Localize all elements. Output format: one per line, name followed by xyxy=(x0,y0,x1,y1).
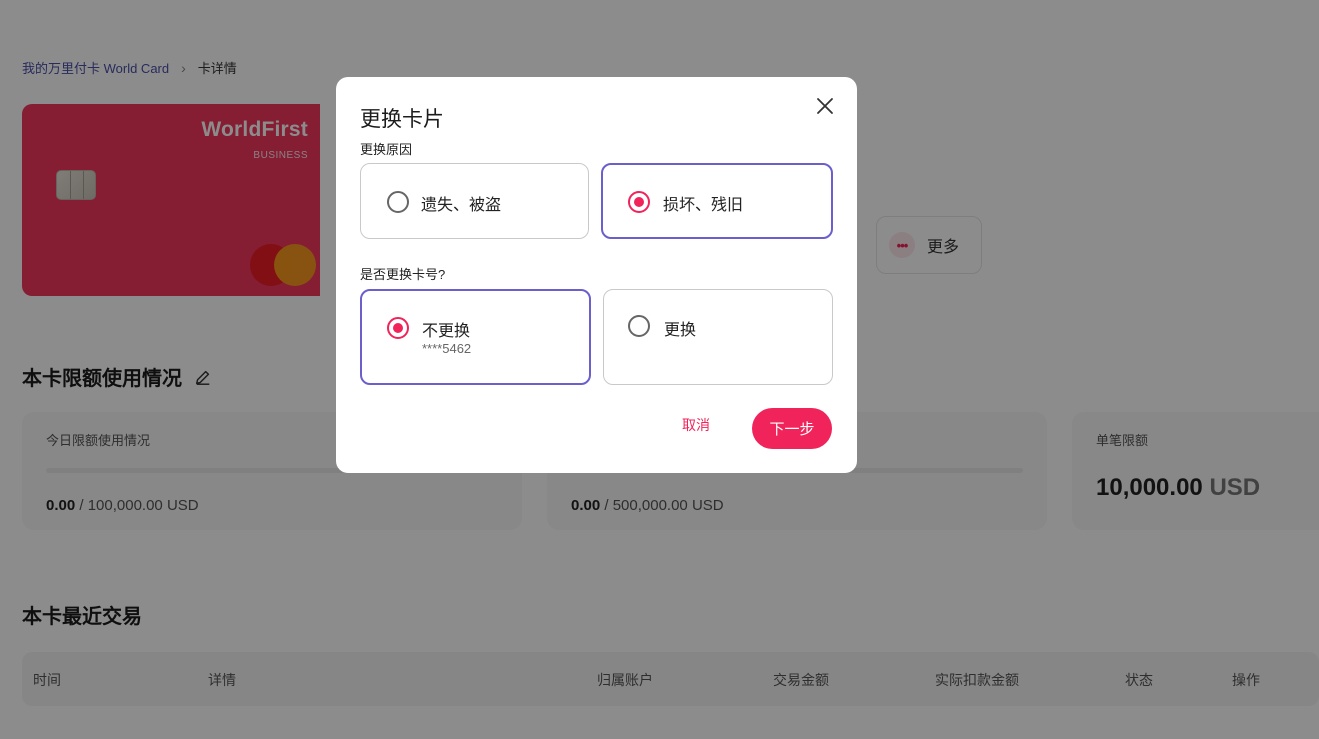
dialog-title: 更换卡片 xyxy=(360,108,444,131)
close-icon[interactable] xyxy=(814,95,836,117)
next-step-button[interactable]: 下一步 xyxy=(752,408,832,449)
number-option-label: 不更换 xyxy=(422,323,471,340)
card-number-masked: ****5462 xyxy=(422,341,472,356)
reason-option-label: 遗失、被盗 xyxy=(421,197,502,214)
replace-card-dialog: 更换卡片 更换原因 遗失、被盗 损坏、残旧 是否更换卡号? 不更换 ****54… xyxy=(336,77,857,473)
number-option-change[interactable]: 更换 xyxy=(603,289,833,385)
radio-icon[interactable] xyxy=(628,315,650,337)
cancel-button[interactable]: 取消 xyxy=(682,415,710,435)
radio-selected-icon[interactable] xyxy=(628,191,650,213)
replace-reason-label: 更换原因 xyxy=(360,142,413,157)
reason-option-lost-stolen[interactable]: 遗失、被盗 xyxy=(360,163,589,239)
radio-icon[interactable] xyxy=(387,191,409,213)
reason-option-label: 损坏、残旧 xyxy=(663,197,744,214)
page: 我的万里付卡 World Card › 卡详情 WorldFirst BUSIN… xyxy=(0,0,1319,739)
reason-option-damaged[interactable]: 损坏、残旧 xyxy=(601,163,833,239)
replace-number-label: 是否更换卡号? xyxy=(360,267,446,282)
number-option-keep[interactable]: 不更换 ****5462 xyxy=(360,289,591,385)
radio-selected-icon[interactable] xyxy=(387,317,409,339)
number-option-label: 更换 xyxy=(664,322,697,339)
